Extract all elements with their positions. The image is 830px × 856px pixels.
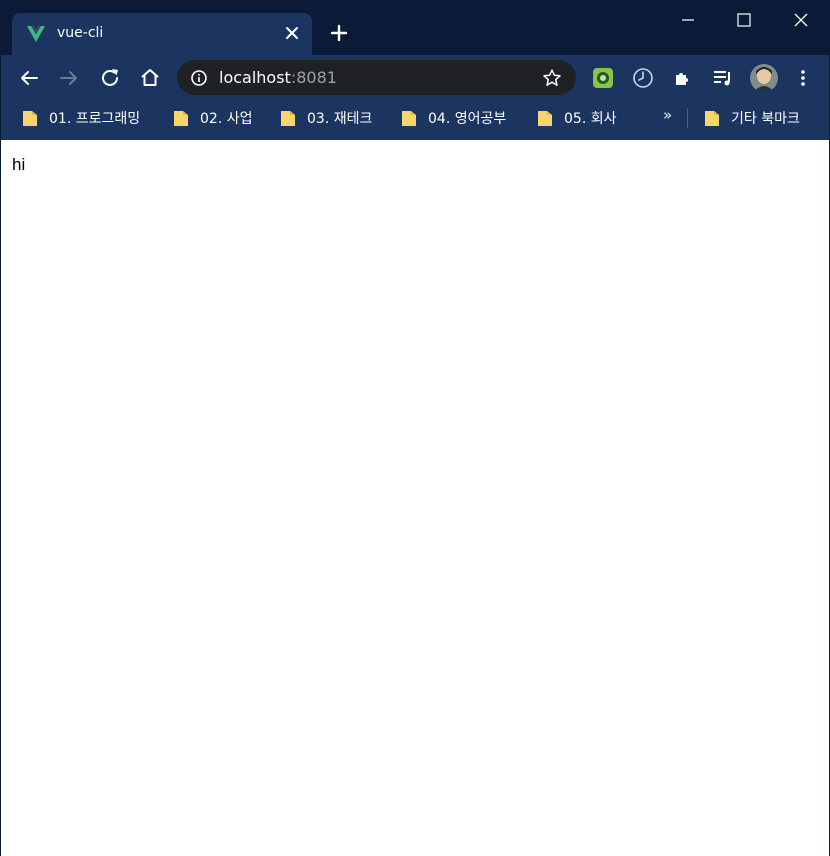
close-tab-icon[interactable] xyxy=(282,23,302,43)
bookmark-label: 03. 재테크 xyxy=(307,111,373,127)
profile-avatar[interactable] xyxy=(750,64,778,92)
info-icon[interactable] xyxy=(190,69,208,87)
bookmarks-overflow-button[interactable]: » xyxy=(663,106,672,124)
maximize-icon[interactable] xyxy=(733,9,755,31)
page-content: hi xyxy=(1,140,829,856)
tab-title: vue-cli xyxy=(57,25,104,41)
media-queue-icon[interactable] xyxy=(711,66,735,90)
url-text[interactable]: localhost:8081 xyxy=(219,68,337,87)
avatar-icon xyxy=(750,64,778,92)
bookmarks-bar: 01. 프로그래밍 02. 사업 03. 재테크 04. 영어공부 05. 회사… xyxy=(1,100,829,140)
address-bar[interactable]: localhost:8081 xyxy=(177,60,576,95)
folder-icon xyxy=(538,111,552,126)
toolbar: localhost:8081 xyxy=(1,55,829,100)
vue-logo-icon xyxy=(27,26,45,42)
back-arrow-icon[interactable] xyxy=(17,66,41,90)
folder-icon xyxy=(281,111,295,126)
url-port: :8081 xyxy=(290,68,337,87)
url-host: localhost xyxy=(219,68,291,87)
browser-window: vue-cli localhost:8081 01. 프로그래밍 02. 사업 … xyxy=(0,0,830,856)
home-icon[interactable] xyxy=(138,66,162,90)
reload-icon[interactable] xyxy=(98,66,122,90)
folder-icon xyxy=(23,111,37,126)
bookmarks-divider xyxy=(687,108,688,128)
bookmark-label: 05. 회사 xyxy=(564,111,617,127)
new-tab-icon[interactable] xyxy=(329,23,349,43)
kebab-menu-icon[interactable] xyxy=(791,66,815,90)
close-window-icon[interactable] xyxy=(790,9,812,31)
bookmark-label: 04. 영어공부 xyxy=(428,111,507,127)
folder-icon xyxy=(705,111,719,126)
minimize-icon[interactable] xyxy=(677,9,699,31)
bookmark-star-icon[interactable] xyxy=(542,68,562,88)
folder-icon xyxy=(174,111,188,126)
page-text: hi xyxy=(12,155,26,174)
clock-extension-icon[interactable] xyxy=(631,66,655,90)
other-bookmarks-label: 기타 북마크 xyxy=(731,111,800,127)
forward-arrow-icon[interactable] xyxy=(57,66,81,90)
bookmark-label: 01. 프로그래밍 xyxy=(49,111,141,127)
tab-strip: vue-cli xyxy=(1,1,829,55)
bookmark-label: 02. 사업 xyxy=(200,111,253,127)
folder-icon xyxy=(402,111,416,126)
tab-vue-cli[interactable]: vue-cli xyxy=(12,13,312,55)
extensions-puzzle-icon[interactable] xyxy=(671,66,695,90)
extension-green-icon[interactable] xyxy=(591,66,615,90)
